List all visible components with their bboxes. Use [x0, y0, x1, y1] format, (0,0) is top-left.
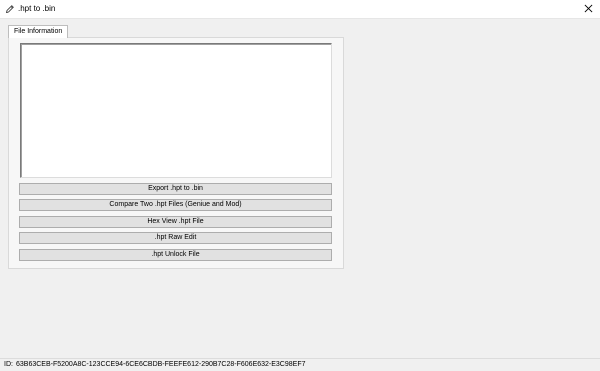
- unlock-file-button[interactable]: .hpt Unlock File: [19, 249, 332, 261]
- export-hpt-to-bin-button[interactable]: Export .hpt to .bin: [19, 183, 332, 195]
- pencil-icon: [5, 4, 15, 14]
- status-bar: ID: 63B63CEB-F5200A8C-123CCE94-6CE6CBDB-…: [0, 358, 600, 371]
- window-title: .hpt to .bin: [18, 4, 56, 13]
- compare-hpt-files-button[interactable]: Compare Two .hpt Files (Geniue and Mod): [19, 199, 332, 211]
- raw-edit-button[interactable]: .hpt Raw Edit: [19, 232, 332, 244]
- title-bar: .hpt to .bin: [0, 0, 600, 19]
- close-button[interactable]: [576, 0, 600, 18]
- id-label: ID:: [4, 361, 13, 368]
- app-window: .hpt to .bin File Information Export .hp…: [0, 0, 600, 371]
- id-value: 63B63CEB-F5200A8C-123CCE94-6CE6CBDB-FEEF…: [16, 361, 306, 368]
- file-info-textbox[interactable]: [20, 43, 332, 178]
- hex-view-button[interactable]: Hex View .hpt File: [19, 216, 332, 228]
- close-icon: [584, 4, 593, 15]
- tab-file-information[interactable]: File Information: [8, 25, 69, 38]
